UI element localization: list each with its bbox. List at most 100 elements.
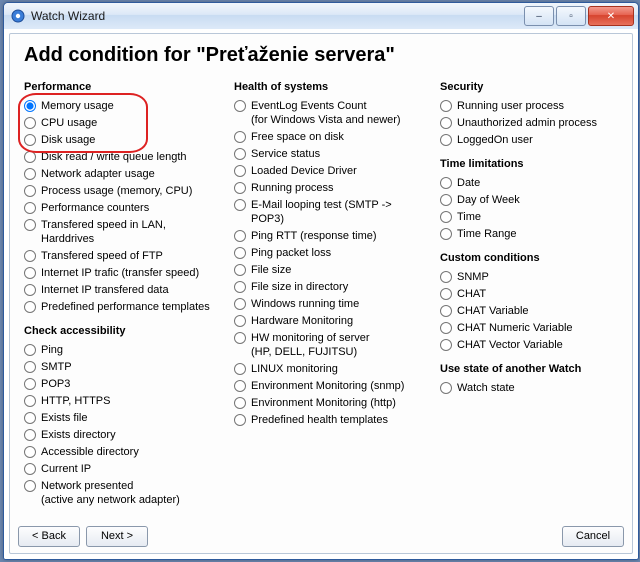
condition-option[interactable]: Transfered speed in LAN, Harddrives [24, 216, 220, 247]
condition-option[interactable]: CHAT Numeric Variable [440, 319, 610, 336]
condition-option[interactable]: Loaded Device Driver [234, 162, 426, 179]
condition-radio[interactable] [234, 182, 246, 194]
condition-radio[interactable] [234, 414, 246, 426]
condition-option[interactable]: Network presented(active any network ada… [24, 477, 220, 508]
condition-option[interactable]: Time [440, 208, 610, 225]
condition-radio[interactable] [440, 177, 452, 189]
condition-option[interactable]: Disk usage [24, 131, 220, 148]
condition-option[interactable]: Disk read / write queue length [24, 148, 220, 165]
condition-option[interactable]: EventLog Events Count(for Windows Vista … [234, 97, 426, 128]
condition-radio[interactable] [234, 332, 246, 344]
condition-option[interactable]: Predefined performance templates [24, 298, 220, 315]
condition-option[interactable]: CPU usage [24, 114, 220, 131]
maximize-button[interactable]: ▫ [556, 6, 586, 26]
condition-option[interactable]: Network adapter usage [24, 165, 220, 182]
condition-radio[interactable] [234, 230, 246, 242]
condition-radio[interactable] [234, 165, 246, 177]
condition-radio[interactable] [440, 100, 452, 112]
condition-radio[interactable] [24, 219, 36, 231]
condition-option[interactable]: Running process [234, 179, 426, 196]
condition-option[interactable]: Unauthorized admin process [440, 114, 610, 131]
condition-radio[interactable] [440, 211, 452, 223]
condition-radio[interactable] [234, 131, 246, 143]
condition-radio[interactable] [24, 100, 36, 112]
condition-radio[interactable] [24, 361, 36, 373]
condition-radio[interactable] [234, 148, 246, 160]
condition-option[interactable]: Internet IP transfered data [24, 281, 220, 298]
condition-radio[interactable] [234, 380, 246, 392]
condition-option[interactable]: Windows running time [234, 295, 426, 312]
condition-radio[interactable] [24, 134, 36, 146]
condition-option[interactable]: Day of Week [440, 191, 610, 208]
condition-radio[interactable] [234, 247, 246, 259]
condition-option[interactable]: Ping RTT (response time) [234, 227, 426, 244]
minimize-button[interactable]: – [524, 6, 554, 26]
condition-radio[interactable] [234, 298, 246, 310]
close-button[interactable]: ✕ [588, 6, 634, 26]
condition-radio[interactable] [24, 151, 36, 163]
condition-radio[interactable] [440, 194, 452, 206]
condition-option[interactable]: Time Range [440, 225, 610, 242]
condition-radio[interactable] [24, 250, 36, 262]
condition-radio[interactable] [440, 339, 452, 351]
condition-option[interactable]: Environment Monitoring (snmp) [234, 377, 426, 394]
back-button[interactable]: < Back [18, 526, 80, 547]
condition-option[interactable]: CHAT Vector Variable [440, 336, 610, 353]
condition-option[interactable]: SMTP [24, 358, 220, 375]
condition-option[interactable]: CHAT [440, 285, 610, 302]
condition-radio[interactable] [440, 271, 452, 283]
condition-radio[interactable] [24, 463, 36, 475]
condition-option[interactable]: Ping packet loss [234, 244, 426, 261]
condition-option[interactable]: Environment Monitoring (http) [234, 394, 426, 411]
condition-radio[interactable] [440, 382, 452, 394]
condition-option[interactable]: Exists directory [24, 426, 220, 443]
condition-option[interactable]: LoggedOn user [440, 131, 610, 148]
condition-option[interactable]: File size [234, 261, 426, 278]
condition-radio[interactable] [440, 288, 452, 300]
condition-option[interactable]: Predefined health templates [234, 411, 426, 428]
condition-radio[interactable] [234, 363, 246, 375]
condition-radio[interactable] [24, 378, 36, 390]
condition-radio[interactable] [24, 168, 36, 180]
condition-option[interactable]: Watch state [440, 379, 610, 396]
condition-option[interactable]: Exists file [24, 409, 220, 426]
condition-radio[interactable] [24, 301, 36, 313]
condition-option[interactable]: Running user process [440, 97, 610, 114]
condition-radio[interactable] [24, 395, 36, 407]
condition-option[interactable]: File size in directory [234, 278, 426, 295]
condition-radio[interactable] [234, 281, 246, 293]
condition-radio[interactable] [234, 264, 246, 276]
condition-radio[interactable] [234, 199, 246, 211]
condition-option[interactable]: HTTP, HTTPS [24, 392, 220, 409]
condition-radio[interactable] [24, 185, 36, 197]
condition-radio[interactable] [440, 117, 452, 129]
condition-radio[interactable] [440, 134, 452, 146]
condition-radio[interactable] [24, 429, 36, 441]
condition-option[interactable]: E-Mail looping test (SMTP -> POP3) [234, 196, 426, 227]
condition-radio[interactable] [440, 305, 452, 317]
condition-option[interactable]: Ping [24, 341, 220, 358]
condition-option[interactable]: Performance counters [24, 199, 220, 216]
condition-option[interactable]: Service status [234, 145, 426, 162]
condition-option[interactable]: Accessible directory [24, 443, 220, 460]
condition-option[interactable]: Free space on disk [234, 128, 426, 145]
condition-option[interactable]: POP3 [24, 375, 220, 392]
condition-radio[interactable] [24, 480, 36, 492]
condition-option[interactable]: Transfered speed of FTP [24, 247, 220, 264]
condition-option[interactable]: Memory usage [24, 97, 220, 114]
condition-radio[interactable] [24, 412, 36, 424]
condition-option[interactable]: SNMP [440, 268, 610, 285]
condition-radio[interactable] [440, 322, 452, 334]
condition-radio[interactable] [24, 202, 36, 214]
condition-option[interactable]: LINUX monitoring [234, 360, 426, 377]
condition-option[interactable]: Current IP [24, 460, 220, 477]
cancel-button[interactable]: Cancel [562, 526, 624, 547]
condition-option[interactable]: HW monitoring of server(HP, DELL, FUJITS… [234, 329, 426, 360]
condition-radio[interactable] [234, 397, 246, 409]
condition-radio[interactable] [234, 100, 246, 112]
condition-radio[interactable] [234, 315, 246, 327]
condition-option[interactable]: Internet IP trafic (transfer speed) [24, 264, 220, 281]
condition-radio[interactable] [440, 228, 452, 240]
condition-option[interactable]: Process usage (memory, CPU) [24, 182, 220, 199]
condition-radio[interactable] [24, 446, 36, 458]
